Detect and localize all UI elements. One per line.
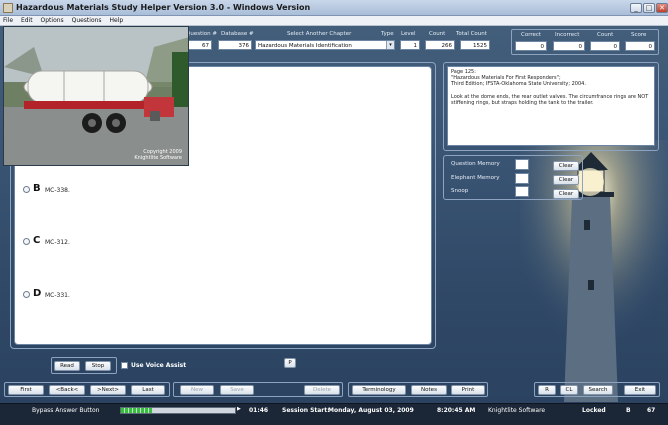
title-bar: Hazardous Materials Study Helper Version… <box>0 0 668 16</box>
terminology-button[interactable]: Terminology <box>352 385 406 395</box>
question-memory-label: Question Memory <box>451 161 500 167</box>
session-date: Monday, August 03, 2009 <box>328 407 414 414</box>
window-title: Hazardous Materials Study Helper Version… <box>16 3 311 12</box>
tanker-photo: Copyright 2009 Knightlite Software <box>3 26 189 166</box>
menu-help[interactable]: Help <box>106 16 126 24</box>
session-start-label: Session Start: <box>282 407 330 414</box>
back-button[interactable]: <Back< <box>49 385 85 395</box>
score-field: 0 <box>625 41 655 51</box>
database-number-label: Database # <box>221 31 254 37</box>
cl-button[interactable]: CL <box>560 385 578 395</box>
stop-button[interactable]: Stop <box>85 361 111 371</box>
chapter-select-label: Select Another Chapter <box>287 31 352 37</box>
option-c-text[interactable]: MC-312. <box>45 239 70 246</box>
count-field: 266 <box>425 40 455 50</box>
option-d-letter: D <box>33 288 42 299</box>
total-count-label: Total Count <box>456 31 487 37</box>
notes-button[interactable]: Notes <box>411 385 447 395</box>
print-button[interactable]: Print <box>451 385 485 395</box>
elephant-memory-clear-button[interactable]: Clear <box>553 175 579 185</box>
maximize-button[interactable]: □ <box>643 3 655 13</box>
incorrect-label: Incorrect <box>555 32 580 38</box>
p-button[interactable]: P <box>284 358 296 368</box>
voice-assist-label: Use Voice Assist <box>131 362 187 369</box>
question-memory-clear-button[interactable]: Clear <box>553 161 579 171</box>
option-c-letter: C <box>33 235 41 246</box>
option-d-radio[interactable] <box>23 291 30 298</box>
locked-status: Locked <box>582 407 606 414</box>
question-memory-field <box>515 159 529 170</box>
type-label: Type <box>381 31 394 37</box>
option-c-radio[interactable] <box>23 238 30 245</box>
tanker-truck-image <box>4 27 188 165</box>
new-button[interactable]: New <box>180 385 214 395</box>
delete-button[interactable]: Delete <box>304 385 340 395</box>
r-button[interactable]: R <box>538 385 556 395</box>
total-count-field: 1525 <box>460 40 490 50</box>
chapter-select-value: Hazardous Materials Identification <box>258 43 352 49</box>
snoop-clear-button[interactable]: Clear <box>553 189 579 199</box>
correct-field: 0 <box>515 41 547 51</box>
progress-bar <box>120 407 236 414</box>
menu-edit[interactable]: Edit <box>18 16 36 24</box>
score-count-label: Count <box>597 32 614 38</box>
correct-label: Correct <box>521 32 542 38</box>
bypass-answer-label: Bypass Answer Button <box>32 407 100 414</box>
menu-questions[interactable]: Questions <box>69 16 105 24</box>
option-d-text[interactable]: MC-331. <box>45 292 70 299</box>
company-name: Knightlite Software <box>488 407 546 414</box>
menu-options[interactable]: Options <box>38 16 67 24</box>
question-number-label: Question # <box>186 31 217 37</box>
search-button[interactable]: Search <box>583 385 613 395</box>
question-number-status: 67 <box>647 407 656 414</box>
question-number-field: 67 <box>186 40 212 50</box>
option-b-text[interactable]: MC-338. <box>45 187 70 194</box>
photo-caption: Copyright 2009 Knightlite Software <box>134 149 182 161</box>
b-status: B <box>626 407 631 414</box>
voice-assist-checkbox[interactable] <box>121 362 128 369</box>
elephant-memory-field <box>515 173 529 184</box>
chevron-down-icon[interactable]: ▾ <box>386 41 394 49</box>
menu-bar: File Edit Options Questions Help <box>0 16 668 26</box>
option-b-radio[interactable] <box>23 186 30 193</box>
chapter-select[interactable]: Hazardous Materials Identification ▾ <box>255 40 395 50</box>
option-b-letter: B <box>33 183 41 194</box>
database-number-field: 376 <box>218 40 252 50</box>
score-label: Score <box>631 32 647 38</box>
score-count-field: 0 <box>590 41 620 51</box>
reference-line4: Look at the dome ends, the rear outlet v… <box>451 93 649 100</box>
close-button[interactable]: ✕ <box>656 3 668 13</box>
menu-file[interactable]: File <box>0 16 16 24</box>
level-label: Level <box>401 31 416 37</box>
save-button[interactable]: Save <box>220 385 254 395</box>
snoop-label: Snoop <box>451 188 469 194</box>
read-button[interactable]: Read <box>54 361 80 371</box>
snoop-field <box>515 186 529 197</box>
count-label: Count <box>429 31 446 37</box>
app-icon <box>3 3 13 13</box>
first-button[interactable]: First <box>8 385 44 395</box>
exit-button[interactable]: Exit <box>624 385 656 395</box>
next-button[interactable]: >Next> <box>90 385 126 395</box>
minimize-button[interactable]: _ <box>630 3 642 13</box>
clock-time: 8:20:45 AM <box>437 407 476 414</box>
progress-fill <box>121 408 152 413</box>
photo-caption-line2: Knightlite Software <box>134 155 182 161</box>
level-field: 1 <box>400 40 420 50</box>
reference-text: Page 125: "Hazardous Materials For First… <box>447 66 655 146</box>
timer: 01:46 <box>249 407 269 414</box>
reference-line5: stiffening rings, but straps holding the… <box>451 99 594 106</box>
elephant-memory-label: Elephant Memory <box>451 175 500 181</box>
progress-end-arrow-icon: ▶ <box>237 406 241 412</box>
last-button[interactable]: Last <box>131 385 165 395</box>
incorrect-field: 0 <box>553 41 585 51</box>
